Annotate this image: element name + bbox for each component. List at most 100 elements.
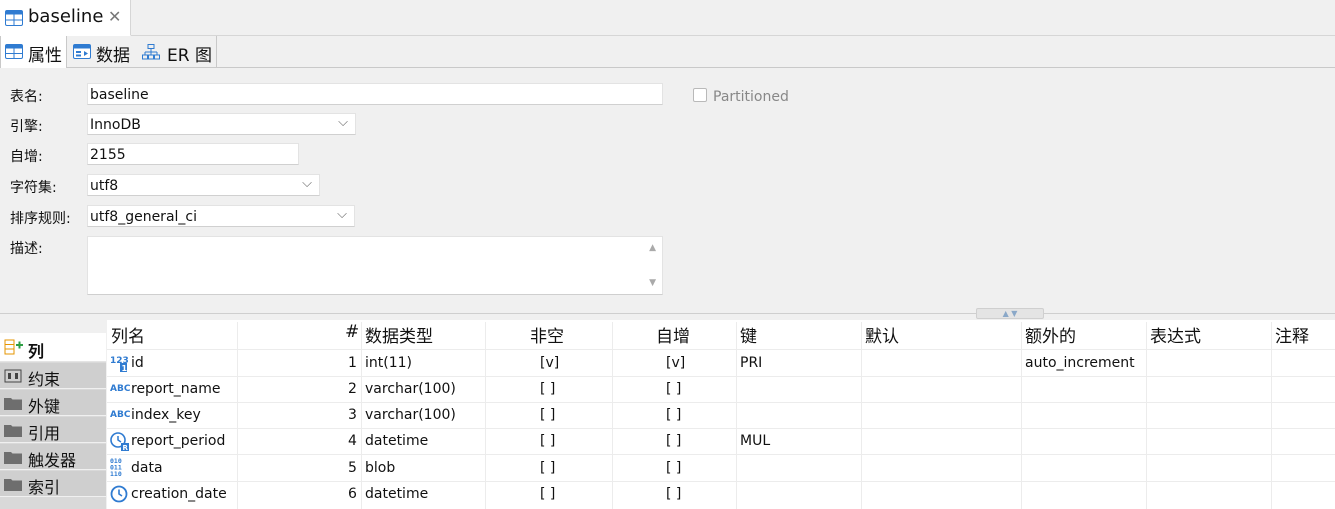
table-row-type[interactable]: int(11) — [365, 355, 412, 371]
table-row-num: 6 — [348, 486, 357, 502]
table-row-auto-inc[interactable]: [ ] — [666, 407, 681, 423]
side-item-references[interactable]: 引用 — [0, 417, 106, 443]
tab-properties[interactable]: 属性 — [0, 36, 67, 68]
table-row-num: 5 — [348, 460, 357, 476]
side-item-label: 触发器 — [28, 451, 77, 470]
numeric-key-icon: 123 1 — [110, 354, 132, 376]
table-row-not-null[interactable]: [ ] — [540, 486, 555, 502]
svg-text:ABC: ABC — [110, 410, 131, 420]
table-row-auto-inc[interactable]: [ ] — [666, 486, 681, 502]
folder-icon — [4, 423, 22, 441]
table-row-key[interactable]: MUL — [740, 433, 770, 449]
table-row-type[interactable]: datetime — [365, 433, 428, 449]
table-name-value: baseline — [90, 87, 149, 103]
header-expression[interactable]: 表达式 — [1150, 322, 1201, 347]
charset-select[interactable]: utf8 ⌵ — [87, 174, 320, 196]
table-row-num: 4 — [348, 433, 357, 449]
tab-data[interactable]: 数据 — [68, 36, 136, 68]
charset-label: 字符集: — [10, 180, 57, 196]
table-row-auto-inc[interactable]: [ ] — [666, 433, 681, 449]
er-diagram-icon — [142, 44, 160, 64]
table-row-not-null[interactable]: [ ] — [540, 433, 555, 449]
clock-icon — [110, 485, 128, 507]
table-row-auto-inc[interactable]: [v] — [666, 355, 685, 371]
table-row-num: 2 — [348, 381, 357, 397]
side-item-indexes[interactable]: 索引 — [0, 471, 106, 497]
binary-icon: 010 011 110 — [110, 457, 128, 481]
table-row-auto-inc[interactable]: [ ] — [666, 381, 681, 397]
chevron-down-icon: ⌵ — [302, 176, 312, 191]
table-row-name[interactable]: creation_date — [131, 486, 227, 502]
collation-select[interactable]: utf8_general_ci ⌵ — [87, 205, 355, 227]
description-label: 描述: — [10, 241, 43, 257]
side-item-columns[interactable]: 列 — [0, 333, 106, 362]
side-item-constraints[interactable]: 约束 — [0, 363, 106, 389]
scroll-up-icon[interactable]: ▲ — [649, 243, 656, 253]
svg-text:R: R — [123, 444, 129, 452]
table-row-not-null[interactable]: [ ] — [540, 460, 555, 476]
grid-row-divider — [107, 454, 1335, 455]
side-item-label: 引用 — [28, 424, 61, 443]
splitter-handle[interactable]: ▲ ▼ — [976, 308, 1044, 319]
data-grid-icon — [73, 44, 91, 63]
close-icon[interactable]: ✕ — [108, 7, 121, 26]
scroll-down-icon[interactable]: ▼ — [649, 278, 656, 288]
table-row-not-null[interactable]: [v] — [540, 355, 559, 371]
auto-increment-input[interactable]: 2155 — [87, 143, 299, 165]
header-key[interactable]: 键 — [740, 322, 757, 347]
folder-icon — [4, 477, 22, 495]
svg-text:1: 1 — [122, 364, 128, 372]
header-auto-increment[interactable]: 自增 — [656, 322, 690, 347]
table-row-not-null[interactable]: [ ] — [540, 381, 555, 397]
grid-row-divider — [107, 428, 1335, 429]
table-row-type[interactable]: varchar(100) — [365, 381, 456, 397]
table-icon — [5, 44, 23, 63]
engine-select[interactable]: InnoDB ⌵ — [87, 113, 356, 135]
header-column-name[interactable]: 列名 — [111, 322, 145, 347]
tab-er-label: ER 图 — [167, 46, 212, 66]
auto-increment-value: 2155 — [90, 147, 126, 163]
table-row-name[interactable]: index_key — [131, 407, 201, 423]
table-row-name[interactable]: data — [131, 460, 163, 476]
table-row-auto-inc[interactable]: [ ] — [666, 460, 681, 476]
header-default[interactable]: 默认 — [865, 322, 899, 347]
editor-tab-baseline[interactable]: baseline ✕ — [0, 0, 131, 36]
header-data-type[interactable]: 数据类型 — [365, 322, 433, 347]
table-name-input[interactable]: baseline — [87, 83, 663, 105]
grid-row-divider — [107, 376, 1335, 377]
folder-icon — [4, 396, 22, 414]
table-row-not-null[interactable]: [ ] — [540, 407, 555, 423]
header-extra[interactable]: 额外的 — [1025, 322, 1076, 347]
description-textarea[interactable]: ▲ ▼ — [87, 236, 663, 295]
table-row-name[interactable]: report_name — [131, 381, 220, 397]
collation-label: 排序规则: — [10, 211, 71, 227]
table-row-key[interactable]: PRI — [740, 355, 762, 371]
charset-value: utf8 — [90, 178, 119, 194]
tab-data-label: 数据 — [96, 46, 130, 66]
tab-er-diagram[interactable]: ER 图 — [137, 36, 217, 68]
editor-tab-title: baseline — [28, 6, 104, 27]
table-row-type[interactable]: varchar(100) — [365, 407, 456, 423]
table-row-extra[interactable]: auto_increment — [1025, 355, 1135, 371]
table-row-name[interactable]: id — [131, 355, 144, 371]
table-row-type[interactable]: datetime — [365, 486, 428, 502]
chevron-down-icon: ⌵ — [337, 207, 347, 222]
grid-row-divider — [107, 402, 1335, 403]
header-ordinal[interactable]: # — [345, 322, 359, 342]
table-row-name[interactable]: report_period — [131, 433, 225, 449]
side-item-label: 列 — [28, 342, 45, 361]
partitioned-checkbox[interactable] — [693, 88, 707, 102]
folder-icon — [4, 450, 22, 468]
panel-divider — [0, 313, 1335, 314]
header-comment[interactable]: 注释 — [1275, 322, 1309, 347]
engine-value: InnoDB — [90, 117, 141, 133]
table-row-num: 3 — [348, 407, 357, 423]
header-not-null[interactable]: 非空 — [530, 322, 564, 347]
grid-row-divider — [107, 349, 1335, 350]
text-abc-icon: ABC — [110, 408, 132, 424]
table-row-type[interactable]: blob — [365, 460, 395, 476]
side-item-triggers[interactable]: 触发器 — [0, 444, 106, 470]
constraint-icon — [4, 369, 22, 387]
side-item-foreign-keys[interactable]: 外键 — [0, 390, 106, 416]
side-panel: 列 约束 外键 引用 触发器 索引 — [0, 333, 106, 509]
